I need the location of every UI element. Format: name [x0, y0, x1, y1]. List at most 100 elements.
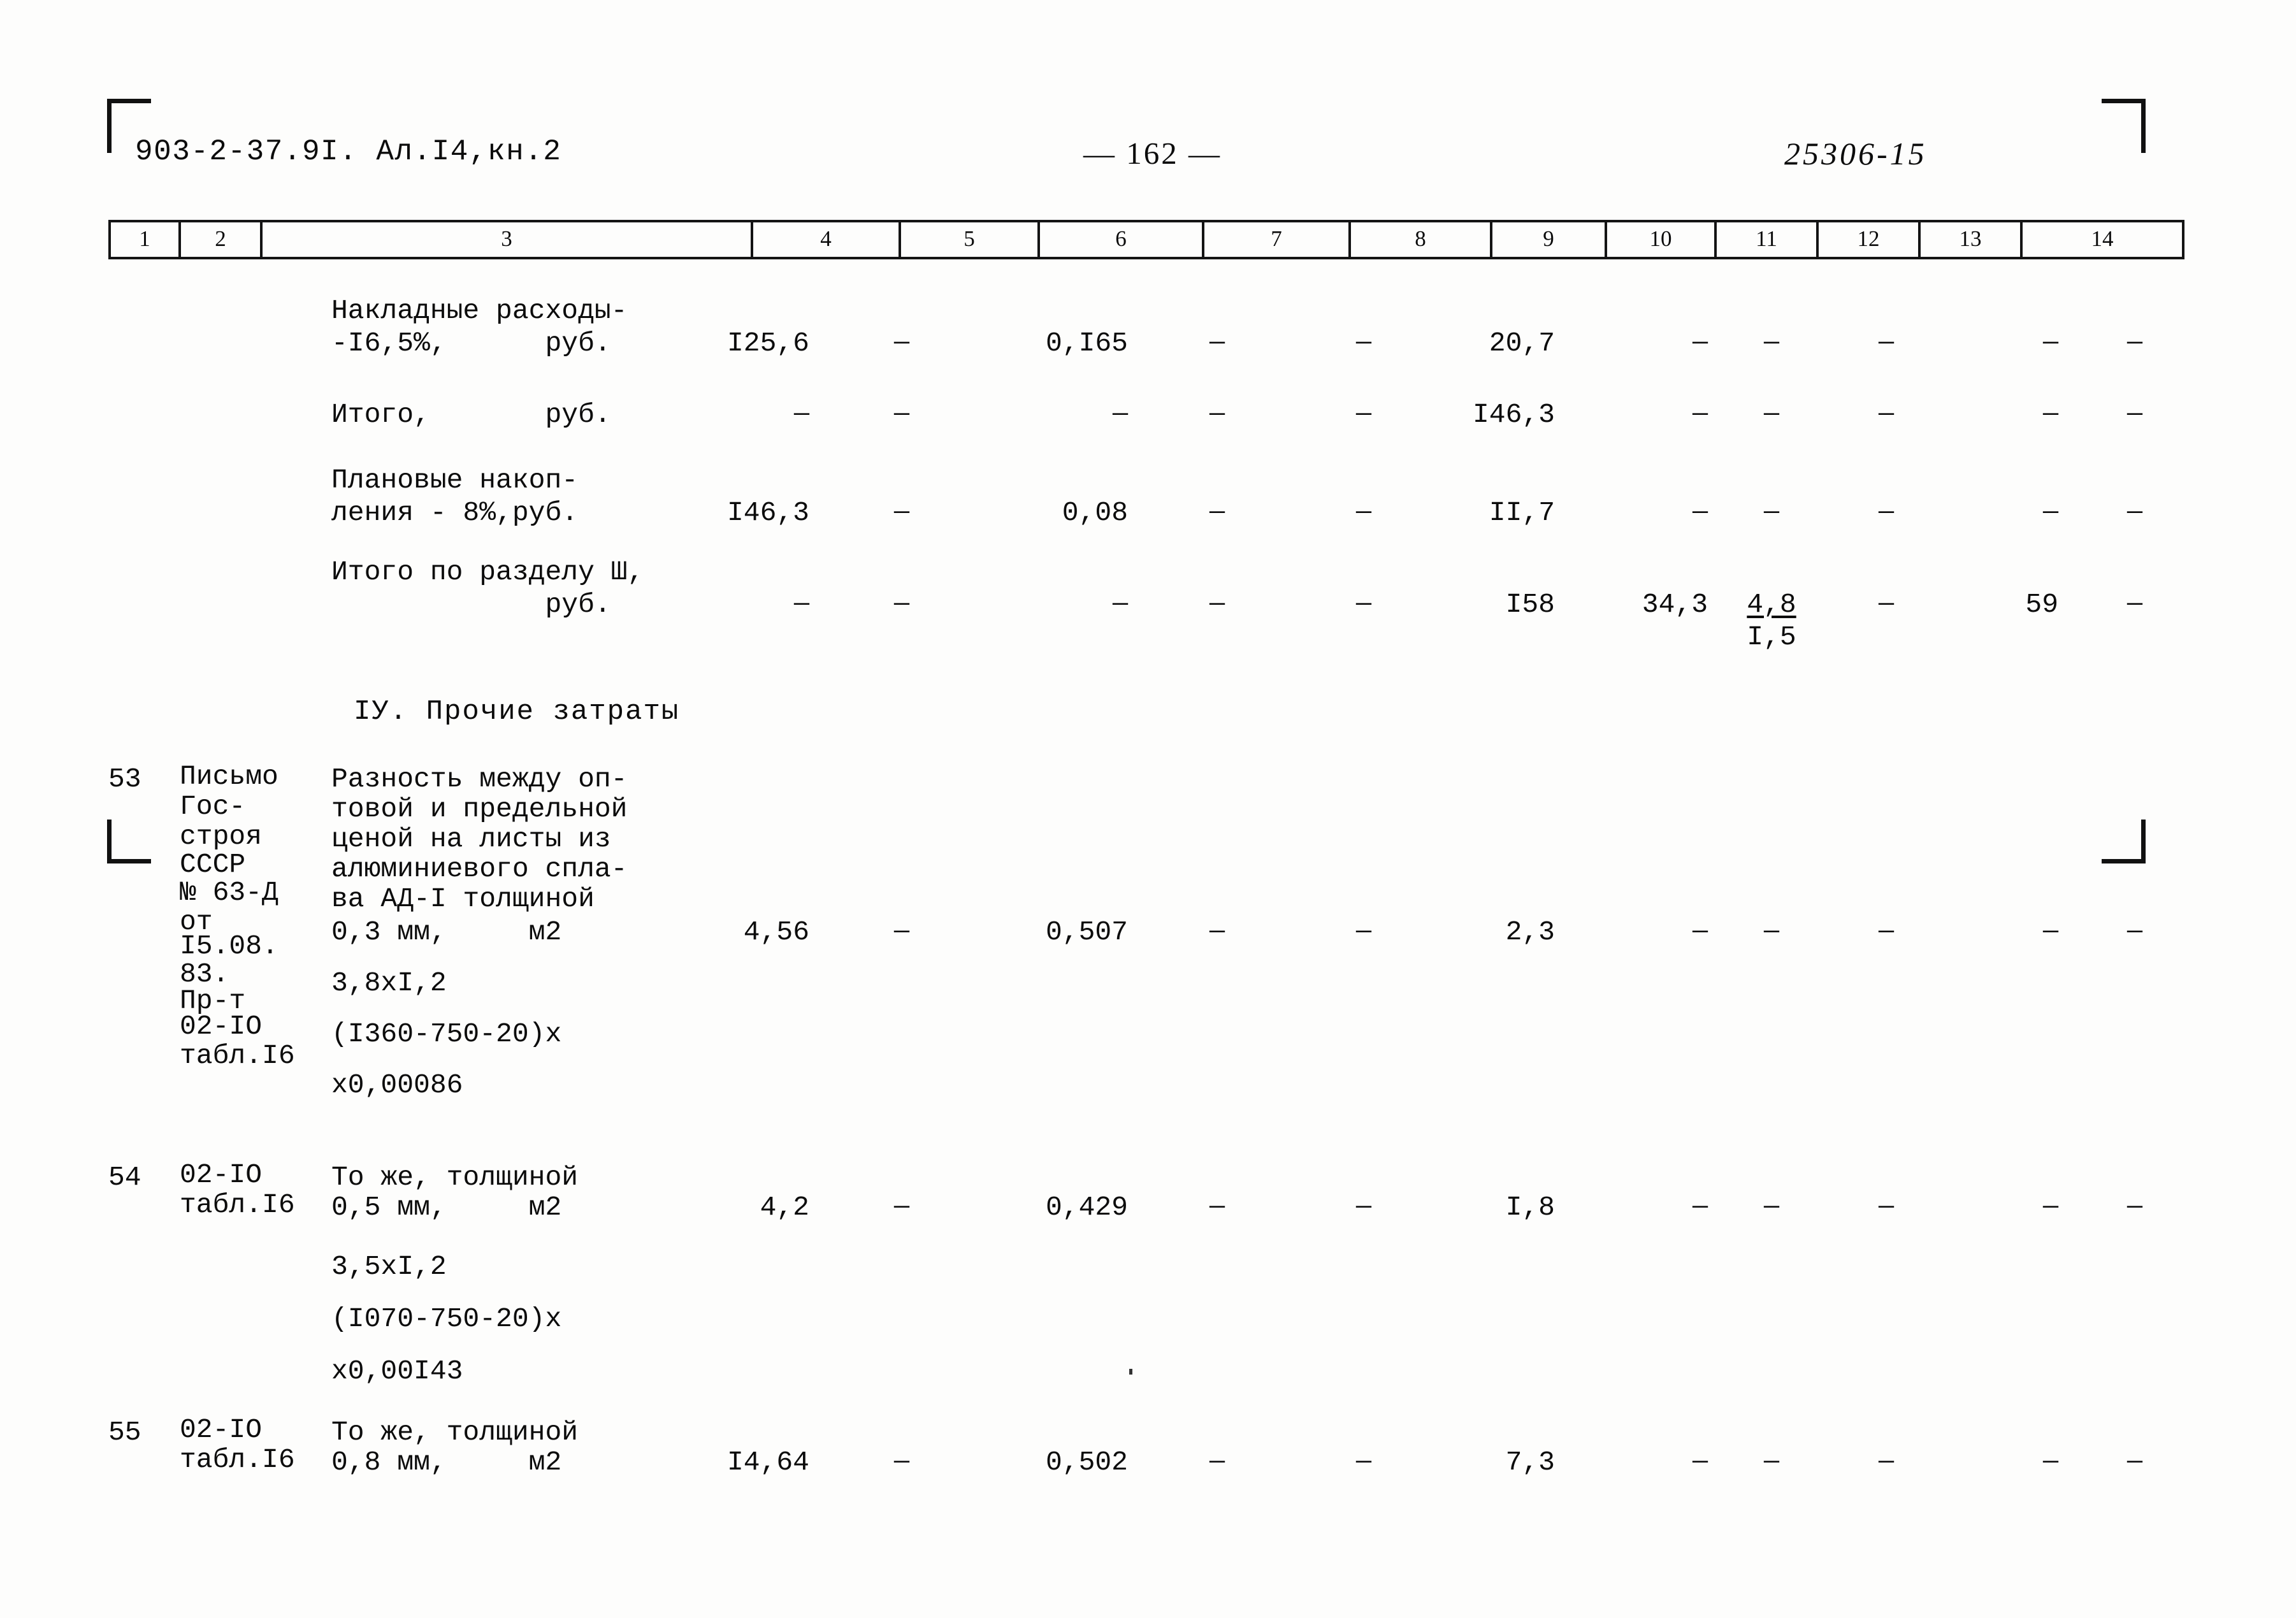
cell-col5: —	[893, 329, 909, 358]
cell-col5: —	[893, 400, 909, 429]
row-description-line-1: Плановые накоп-	[331, 465, 579, 496]
cell-col4: —	[793, 400, 809, 429]
cell-col10: —	[1692, 400, 1708, 429]
cell-col4: I4,64	[726, 1447, 809, 1478]
cell-col9: I,8	[1505, 1192, 1555, 1223]
cell-col12: —	[1878, 918, 1894, 946]
table-body: Накладные расходы- -I6,5%, руб. I25,6 — …	[0, 0, 2296, 1618]
cell-col10: —	[1692, 498, 1708, 527]
cell-col10: —	[1692, 329, 1708, 358]
row-description-line-7: 3,8xI,2	[331, 967, 447, 999]
cell-col12: —	[1878, 1193, 1894, 1222]
cell-col12: —	[1878, 329, 1894, 358]
cell-col4: —	[793, 590, 809, 619]
row-description-line-1: То же, толщиной	[331, 1417, 579, 1448]
row-description-line-4: (I070-750-20)x	[331, 1303, 562, 1334]
cell-col12: —	[1878, 590, 1894, 619]
cell-col10: —	[1692, 918, 1708, 946]
cell-col13: —	[2042, 498, 2058, 527]
row-description-line-5: ва АД-I толщиной	[331, 883, 595, 914]
cell-col13: —	[2042, 329, 2058, 358]
cell-col7: —	[1209, 400, 1225, 429]
cell-col13: —	[2042, 918, 2058, 946]
row-code-line-7: I5.08.	[180, 930, 278, 962]
row-description-line-1: Итого, руб.	[331, 399, 611, 430]
row-description-line-1: Накладные расходы-	[331, 295, 628, 326]
row-description-line-4: алюминиевого спла-	[331, 853, 628, 885]
cell-col8: —	[1355, 498, 1371, 527]
cell-col10: 34,3	[1642, 589, 1708, 620]
cell-col5: —	[893, 590, 909, 619]
cell-col8: —	[1355, 918, 1371, 946]
cell-col4: 4,2	[760, 1192, 809, 1223]
cell-col8: —	[1355, 1193, 1371, 1222]
cell-col7: —	[1209, 1193, 1225, 1222]
cell-col14: —	[2126, 918, 2142, 946]
cell-col7: —	[1209, 590, 1225, 619]
row-number: 54	[108, 1162, 141, 1193]
row-code-line-5: № 63-Д	[180, 877, 278, 908]
cell-col9: 7,3	[1505, 1447, 1555, 1478]
cell-col11-second: I,5	[1747, 621, 1796, 653]
cell-col5: —	[893, 1193, 909, 1222]
row-description-line-1: Разность между оп-	[331, 763, 628, 795]
row-description-line-2: ления - 8%,руб.	[331, 497, 579, 528]
row-code-line-4: СССР	[180, 849, 246, 880]
row-code-line-2: Гос-	[180, 791, 246, 822]
cell-col8: —	[1355, 400, 1371, 429]
row-description-line-2: товой и предельной	[331, 793, 628, 825]
cell-col8: —	[1355, 590, 1371, 619]
cell-col11: —	[1763, 1448, 1779, 1477]
row-description-line-5: x0,00I43	[331, 1355, 463, 1387]
cell-col9: 2,3	[1505, 916, 1555, 948]
cell-col7: —	[1209, 498, 1225, 527]
cell-col9: I46,3	[1472, 399, 1555, 430]
cell-col13: —	[2042, 1193, 2058, 1222]
cell-col9: 20,7	[1489, 328, 1555, 359]
cell-col11: —	[1763, 498, 1779, 527]
cell-col14: —	[2126, 329, 2142, 358]
cell-col9: I58	[1505, 589, 1555, 620]
row-description-line-1: То же, толщиной	[331, 1162, 579, 1193]
row-code-line-1: 02-IO	[180, 1159, 263, 1190]
section-heading: IУ. Прочие затраты	[354, 696, 680, 728]
cell-col5: —	[893, 498, 909, 527]
cell-col6: —	[1112, 400, 1128, 429]
cell-col13: 59	[2025, 589, 2058, 620]
cell-col14: —	[2126, 1193, 2142, 1222]
cell-col11: —	[1763, 400, 1779, 429]
cell-col13: —	[2042, 400, 2058, 429]
cell-col12: —	[1878, 498, 1894, 527]
row-description-line-3: 3,5xI,2	[331, 1251, 447, 1282]
cell-col12: —	[1878, 400, 1894, 429]
cell-col6: 0,502	[1045, 1447, 1128, 1478]
cell-col6: —	[1112, 590, 1128, 619]
cell-col14: —	[2126, 590, 2142, 619]
cell-col11: —	[1763, 918, 1779, 946]
cell-col7: —	[1209, 329, 1225, 358]
cell-col5: —	[893, 918, 909, 946]
row-description-line-3: ценой на листы из	[331, 823, 611, 855]
cell-col14: —	[2126, 400, 2142, 429]
cell-col4: 4,56	[743, 916, 809, 948]
cell-col6: 0,507	[1045, 916, 1128, 948]
scan-speck	[1129, 1369, 1132, 1375]
row-number: 53	[108, 763, 141, 795]
row-code-line-3: строя	[180, 821, 263, 852]
row-code-line-10: 02-IO	[180, 1011, 263, 1042]
cell-col4: I25,6	[726, 328, 809, 359]
row-code-line-1: Письмо	[180, 761, 278, 792]
cell-col8: —	[1355, 329, 1371, 358]
row-number: 55	[108, 1417, 141, 1448]
cell-col9: II,7	[1489, 497, 1555, 528]
cell-col4: I46,3	[726, 497, 809, 528]
cell-col5: —	[893, 1448, 909, 1477]
cell-col7: —	[1209, 918, 1225, 946]
cell-col6: 0,I65	[1045, 328, 1128, 359]
row-code-line-1: 02-IO	[180, 1414, 263, 1445]
row-description-line-2: -I6,5%, руб.	[331, 328, 611, 359]
cell-col11: —	[1763, 329, 1779, 358]
cell-col10: —	[1692, 1448, 1708, 1477]
cell-col11: 4,8	[1747, 589, 1796, 620]
row-description-line-8: (I360-750-20)x	[331, 1018, 562, 1050]
